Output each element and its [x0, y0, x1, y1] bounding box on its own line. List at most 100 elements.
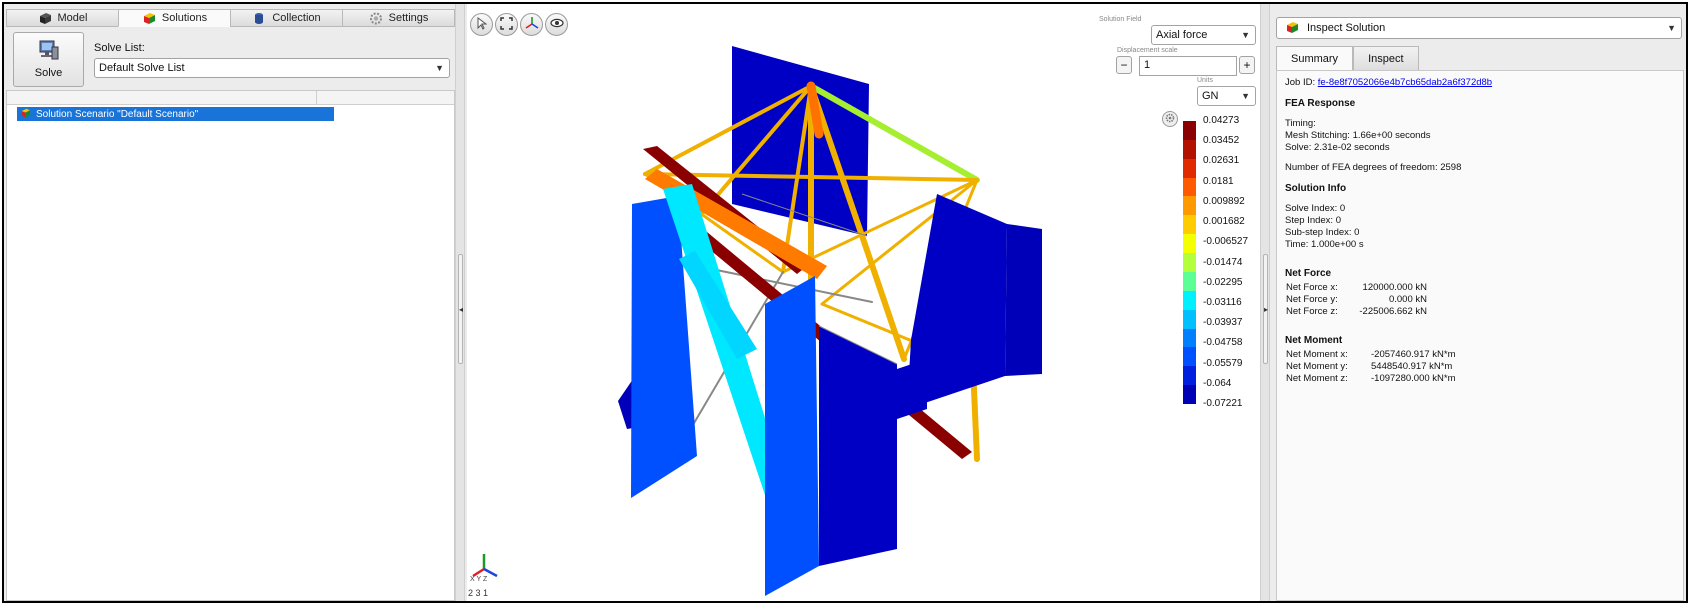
- job-id-row: Job ID: fe-8e8f7052066e4b7cb65dab2a6f372…: [1285, 77, 1675, 89]
- tab-model[interactable]: Model: [6, 9, 118, 27]
- legend-color-segment: [1183, 309, 1196, 330]
- tab-collection-label: Collection: [272, 12, 321, 24]
- legend-color-segment: [1183, 158, 1196, 179]
- scale-increase-button[interactable]: +: [1239, 56, 1255, 74]
- tab-model-label: Model: [57, 12, 88, 24]
- tab-settings[interactable]: Settings: [342, 9, 455, 27]
- legend-value: 0.03452: [1203, 135, 1240, 147]
- gear-icon: [1165, 113, 1175, 126]
- right-splitter[interactable]: ▸: [1260, 4, 1270, 601]
- solve-list-value: Default Solve List: [99, 62, 185, 74]
- legend-value: -0.03116: [1203, 296, 1242, 308]
- net-force-x-label: Net Force x:: [1286, 282, 1338, 293]
- net-moment-y-label: Net Moment y:: [1286, 361, 1348, 372]
- net-force-row: Net Force x: 120000.000 kN: [1285, 282, 1675, 294]
- axis-triad: X Y Z: [468, 551, 500, 583]
- legend-color-segment: [1183, 253, 1196, 273]
- substep-index-text: Sub-step Index: 0: [1285, 227, 1360, 238]
- timing-label: Timing:: [1285, 118, 1316, 129]
- tab-inspect[interactable]: Inspect: [1353, 46, 1419, 70]
- displacement-scale-input[interactable]: 1: [1139, 56, 1237, 76]
- chevron-down-icon: ▼: [435, 63, 444, 73]
- tab-collection[interactable]: Collection: [230, 9, 342, 27]
- app-window: Model Solutions Collection Settings Solv…: [2, 2, 1688, 603]
- net-moment-row: Net Moment y: 5448540.917 kN*m: [1285, 361, 1675, 373]
- mesh-stitching-text: Mesh Stitching: 1.66e+00 seconds: [1285, 130, 1431, 141]
- legend-color-segment: [1183, 290, 1196, 311]
- units-label: Units: [1197, 77, 1213, 84]
- net-moment-row: Net Moment z: -1097280.000 kN*m: [1285, 373, 1675, 385]
- legend-value: -0.07221: [1203, 398, 1243, 409]
- model-cube-icon: [38, 12, 52, 25]
- tree-header: [7, 91, 454, 105]
- 3d-viewport[interactable]: Solution Field Axial force ▼ Displacemen…: [467, 4, 1260, 601]
- legend-value: 0.0181: [1203, 175, 1234, 187]
- legend-color-segment: [1183, 139, 1196, 160]
- legend-color-segment: [1183, 366, 1196, 386]
- fea-response-heading: FEA Response: [1285, 98, 1356, 109]
- legend-value: -0.02295: [1203, 276, 1243, 288]
- inspect-tabs: Summary Inspect: [1276, 46, 1419, 71]
- axis-triad-icon: [472, 554, 498, 578]
- units-value: GN: [1202, 90, 1219, 102]
- legend-color-segment: [1183, 215, 1196, 235]
- solutions-cube-icon: [1285, 21, 1299, 37]
- solve-list-select[interactable]: Default Solve List ▼: [94, 58, 450, 78]
- tab-summary[interactable]: Summary: [1276, 46, 1354, 71]
- inspect-solution-label: Inspect Solution: [1307, 22, 1386, 34]
- chevron-down-icon: ▼: [1667, 23, 1676, 33]
- solve-button[interactable]: Solve: [13, 32, 84, 87]
- legend-color-segment: [1183, 385, 1196, 405]
- tab-solutions[interactable]: Solutions: [118, 9, 230, 27]
- net-moment-heading: Net Moment: [1285, 335, 1343, 346]
- net-force-y-label: Net Force y:: [1286, 294, 1338, 305]
- time-text: Time: 1.000e+00 s: [1285, 239, 1364, 250]
- collapse-arrow-icon[interactable]: ▸: [1264, 305, 1268, 314]
- legend-value: -0.04758: [1203, 337, 1243, 349]
- legend-value: -0.03937: [1203, 317, 1243, 329]
- scale-decrease-button[interactable]: −: [1116, 56, 1132, 74]
- solve-computer-icon: [38, 40, 60, 63]
- solution-info-heading: Solution Info: [1285, 183, 1347, 194]
- legend-value: 0.04273: [1203, 115, 1240, 126]
- legend-value: 0.001682: [1203, 216, 1245, 228]
- legend-color-segment: [1183, 234, 1196, 254]
- chevron-down-icon: ▼: [1241, 30, 1250, 40]
- units-select[interactable]: GN ▼: [1197, 86, 1256, 106]
- inspect-solution-select[interactable]: Inspect Solution ▼: [1276, 17, 1682, 39]
- legend-value: 0.02631: [1203, 155, 1240, 167]
- net-force-row: Net Force z: -225006.662 kN: [1285, 306, 1675, 318]
- left-splitter[interactable]: ◂: [455, 4, 465, 601]
- solve-list-label: Solve List:: [94, 42, 145, 54]
- displacement-scale-label: Displacement scale: [1117, 47, 1178, 54]
- solution-field-label: Solution Field: [1099, 16, 1142, 23]
- legend-color-segment: [1183, 196, 1196, 216]
- solutions-cube-icon: [142, 12, 156, 25]
- right-panel: Inspect Solution ▼ Summary Inspect Job I…: [1273, 4, 1686, 601]
- tree-item-default-scenario[interactable]: Solution Scenario "Default Scenario": [17, 107, 334, 121]
- solve-index-text: Solve Index: 0: [1285, 203, 1346, 214]
- legend-value: 0.009892: [1203, 195, 1245, 207]
- legend-color-bar: [1183, 121, 1196, 405]
- solve-toolbar: Solve Solve List: Default Solve List ▼: [4, 28, 455, 88]
- net-force-x-value: 120000.000 kN: [1362, 282, 1427, 293]
- legend-value: -0.01474: [1203, 256, 1243, 268]
- fea-model-render[interactable]: [467, 4, 1260, 601]
- dof-text: Number of FEA degrees of freedom: 2598: [1285, 162, 1462, 173]
- legend-value: -0.006527: [1203, 236, 1249, 248]
- coordinate-readout: 2 3 1: [468, 588, 489, 598]
- tree-column-header[interactable]: [7, 91, 317, 105]
- legend-settings-button[interactable]: [1162, 111, 1178, 127]
- job-id-link[interactable]: fe-8e8f7052066e4b7cb65dab2a6f372d8b: [1318, 77, 1492, 88]
- legend-color-segment: [1183, 328, 1196, 348]
- net-moment-y-value: 5448540.917 kN*m: [1371, 361, 1453, 372]
- net-force-z-value: -225006.662 kN: [1359, 306, 1427, 317]
- legend-color-segment: [1183, 177, 1196, 197]
- collapse-arrow-icon[interactable]: ◂: [459, 305, 463, 314]
- legend-value: -0.064: [1203, 377, 1232, 389]
- net-force-y-value: 0.000 kN: [1388, 294, 1427, 305]
- net-moment-z-value: -1097280.000 kN*m: [1371, 373, 1456, 384]
- solution-field-select[interactable]: Axial force ▼: [1151, 25, 1256, 45]
- net-moment-row: Net Moment x: -2057460.917 kN*m: [1285, 349, 1675, 361]
- tree-item-label: Solution Scenario "Default Scenario": [36, 108, 199, 120]
